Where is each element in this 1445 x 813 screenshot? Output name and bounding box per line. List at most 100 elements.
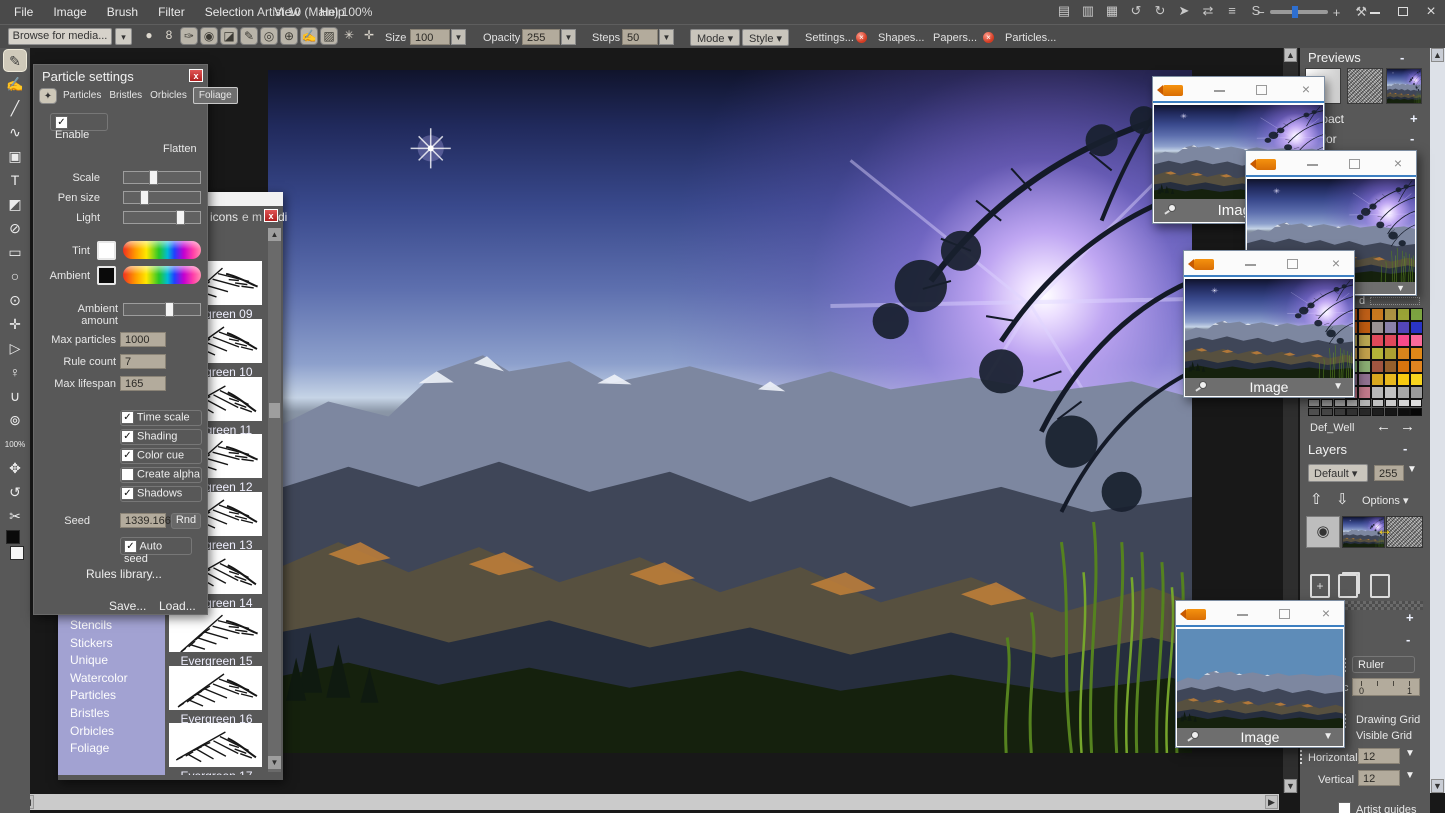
- style-dropdown[interactable]: Style ▾: [742, 29, 789, 46]
- particle-library-icon[interactable]: ✦: [39, 88, 57, 104]
- brush-stroke-tool[interactable]: ✍: [3, 73, 27, 96]
- color-swatch[interactable]: [1358, 308, 1371, 321]
- gray-swatch[interactable]: [1372, 399, 1384, 407]
- max-particles-field[interactable]: 1000: [120, 332, 166, 347]
- color-swatch[interactable]: [1371, 321, 1384, 334]
- zoom-out-icon[interactable]: −: [1257, 5, 1265, 20]
- tab-bristles[interactable]: Bristles: [107, 88, 144, 103]
- scissors-tool[interactable]: ✂: [3, 505, 27, 528]
- browser-scrollbar[interactable]: ▲ ▼: [268, 228, 281, 772]
- create-alpha-checkbox[interactable]: Create alpha: [120, 467, 202, 483]
- window-maximize-icon[interactable]: [1346, 156, 1362, 172]
- gray-swatch[interactable]: [1334, 408, 1346, 416]
- scroll-up-icon[interactable]: ▲: [1284, 48, 1297, 62]
- gray-swatch[interactable]: [1410, 408, 1422, 416]
- text-tool[interactable]: T: [3, 169, 27, 192]
- wand-icon[interactable]: ✛: [360, 27, 378, 45]
- image-bar[interactable]: Image ▼: [1185, 378, 1353, 396]
- window-maximize-icon[interactable]: [1253, 82, 1269, 98]
- color-swatch[interactable]: [1358, 373, 1371, 386]
- polygon-select-tool[interactable]: ▷: [3, 337, 27, 360]
- burst-icon[interactable]: ✳: [340, 27, 358, 45]
- rnd-button[interactable]: Rnd: [171, 513, 201, 529]
- rect-select-tool[interactable]: ▭: [3, 241, 27, 264]
- gray-swatch[interactable]: [1346, 408, 1358, 416]
- tools-icon[interactable]: ⚒: [1355, 4, 1367, 20]
- media-item-thumbnail[interactable]: [169, 723, 262, 767]
- magnifier-tool[interactable]: ⊚: [3, 409, 27, 432]
- browser-close-icon[interactable]: x: [264, 209, 278, 222]
- sidebar-item-stickers[interactable]: Stickers: [70, 636, 113, 650]
- gray-swatch[interactable]: [1334, 399, 1346, 407]
- gray-swatch[interactable]: [1385, 408, 1397, 416]
- zoom-100-tool[interactable]: 100%: [3, 433, 27, 456]
- load-link[interactable]: Load...: [159, 599, 196, 613]
- pin-icon[interactable]: [1185, 730, 1199, 744]
- window-title-bar[interactable]: ×: [1153, 77, 1324, 103]
- gray-swatch[interactable]: [1410, 399, 1422, 407]
- color-swatch[interactable]: [1371, 360, 1384, 373]
- auto-seed-checkbox[interactable]: ✓ Auto seed: [120, 537, 192, 555]
- sidebar-item-bristles[interactable]: Bristles: [70, 706, 109, 720]
- section-collapse-icon[interactable]: -: [1406, 632, 1410, 647]
- add-layer-icon[interactable]: +: [1310, 574, 1330, 598]
- window-minimize-icon[interactable]: [1304, 156, 1320, 172]
- ambient-rainbow-bar[interactable]: [123, 266, 201, 284]
- size-field[interactable]: 100: [410, 29, 450, 45]
- rules-library-link[interactable]: Rules library...: [86, 567, 162, 581]
- gray-swatch[interactable]: [1398, 408, 1410, 416]
- layer-opacity-dropdown[interactable]: ▼: [1407, 464, 1417, 475]
- layer-opacity-field[interactable]: 255: [1374, 465, 1404, 481]
- scroll-right-icon[interactable]: ▶: [1265, 795, 1278, 809]
- scroll-up-icon[interactable]: ▲: [1431, 48, 1444, 62]
- window-close-icon[interactable]: ×: [1390, 156, 1406, 172]
- drag-handle[interactable]: [1300, 750, 1303, 764]
- color-swatch[interactable]: [1410, 360, 1423, 373]
- browse-for-media-button[interactable]: Browse for media...: [8, 28, 112, 45]
- scale-slider[interactable]: [123, 171, 201, 184]
- gray-swatch[interactable]: [1398, 399, 1410, 407]
- image-bar[interactable]: Image ▼: [1177, 728, 1343, 746]
- paper-icon[interactable]: ▨: [320, 27, 338, 45]
- color-cue-checkbox[interactable]: ✓ Color cue: [120, 448, 202, 464]
- gray-swatch[interactable]: [1308, 408, 1320, 416]
- color-swatch[interactable]: [1371, 334, 1384, 347]
- window-minimize-icon[interactable]: [1234, 606, 1250, 622]
- opacity-field[interactable]: 255: [522, 29, 560, 45]
- size-dropdown[interactable]: ▼: [451, 29, 466, 45]
- gray-swatch[interactable]: [1321, 408, 1333, 416]
- pen-square-icon[interactable]: ◪: [220, 27, 238, 45]
- gray-swatch[interactable]: [1308, 399, 1320, 407]
- window-maximize-icon[interactable]: [1276, 606, 1292, 622]
- browse-dropdown-button[interactable]: ▾: [115, 28, 132, 45]
- sidebar-item-stencils[interactable]: Stencils: [70, 618, 112, 632]
- horizontal-grid-field[interactable]: 12: [1358, 748, 1400, 764]
- seed-field[interactable]: 1339.166: [120, 513, 166, 528]
- menu-selection[interactable]: Selection: [195, 0, 264, 24]
- color-swatch[interactable]: [1397, 386, 1410, 399]
- color-swatch[interactable]: [1397, 321, 1410, 334]
- color-swatch[interactable]: [1358, 321, 1371, 334]
- eye-target-icon[interactable]: ◉: [200, 27, 218, 45]
- pin-icon[interactable]: [1162, 203, 1176, 217]
- main-canvas[interactable]: [268, 70, 1192, 753]
- color-swatch[interactable]: [1358, 386, 1371, 399]
- panel-close-icon[interactable]: x: [189, 69, 203, 82]
- chevron-down-icon[interactable]: ▼: [1396, 282, 1405, 294]
- duplicate-layer-icon[interactable]: [1338, 574, 1358, 598]
- color-swatch[interactable]: [1410, 347, 1423, 360]
- max-lifespan-field[interactable]: 165: [120, 376, 166, 391]
- window-title-bar[interactable]: ×: [1176, 601, 1344, 627]
- ambient-color-swatch[interactable]: [97, 266, 116, 285]
- steps-field[interactable]: 50: [622, 29, 658, 45]
- color-swatch[interactable]: [1358, 347, 1371, 360]
- pan-tool[interactable]: ∪: [3, 385, 27, 408]
- color-swatch[interactable]: [1410, 308, 1423, 321]
- rotate-undo-tool[interactable]: ↺: [3, 481, 27, 504]
- papers-link[interactable]: Papers...: [933, 32, 977, 44]
- ellipse-select-tool[interactable]: ○: [3, 265, 27, 288]
- scene-preview[interactable]: [1386, 68, 1422, 104]
- vertical-grid-field[interactable]: 12: [1358, 770, 1400, 786]
- chevron-down-icon[interactable]: ▼: [1323, 728, 1333, 746]
- background-color-swatch[interactable]: [10, 546, 24, 560]
